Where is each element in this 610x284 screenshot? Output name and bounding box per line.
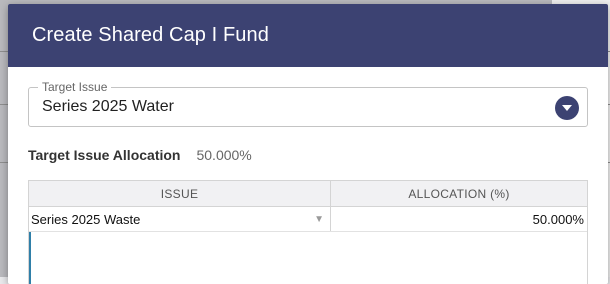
column-header-issue[interactable]: ISSUE <box>29 181 331 206</box>
issue-cell-value: Series 2025 Waste <box>31 211 141 227</box>
new-row-area[interactable] <box>29 232 587 284</box>
allocation-cell-value: 50.000% <box>532 211 584 227</box>
grid-header: ISSUE ALLOCATION (%) <box>29 181 587 207</box>
target-issue-value: Series 2025 Water <box>42 98 174 115</box>
caret-down-icon[interactable]: ▼ <box>314 214 324 225</box>
allocation-cell[interactable]: 50.000% <box>331 207 587 231</box>
allocation-grid: ISSUE ALLOCATION (%) Series 2025 Waste ▼… <box>28 180 588 284</box>
dialog-header: Create Shared Cap I Fund <box>8 4 608 67</box>
target-issue-allocation: Target Issue Allocation 50.000% <box>28 147 252 163</box>
table-row[interactable]: Series 2025 Waste ▼ 50.000% <box>29 207 587 232</box>
allocation-value: 50.000% <box>196 147 252 163</box>
chevron-down-icon <box>562 105 572 111</box>
dialog-title: Create Shared Cap I Fund <box>32 24 269 46</box>
target-issue-select[interactable]: Target Issue Series 2025 Water <box>28 80 588 127</box>
target-issue-label: Target Issue <box>38 80 112 94</box>
column-header-allocation[interactable]: ALLOCATION (%) <box>331 181 587 206</box>
create-shared-cap-fund-dialog: Create Shared Cap I Fund Target Issue Se… <box>8 4 608 284</box>
dropdown-button[interactable] <box>555 96 579 120</box>
new-row-editor[interactable] <box>29 232 587 284</box>
issue-cell[interactable]: Series 2025 Waste ▼ <box>29 207 331 231</box>
allocation-label: Target Issue Allocation <box>28 147 181 163</box>
